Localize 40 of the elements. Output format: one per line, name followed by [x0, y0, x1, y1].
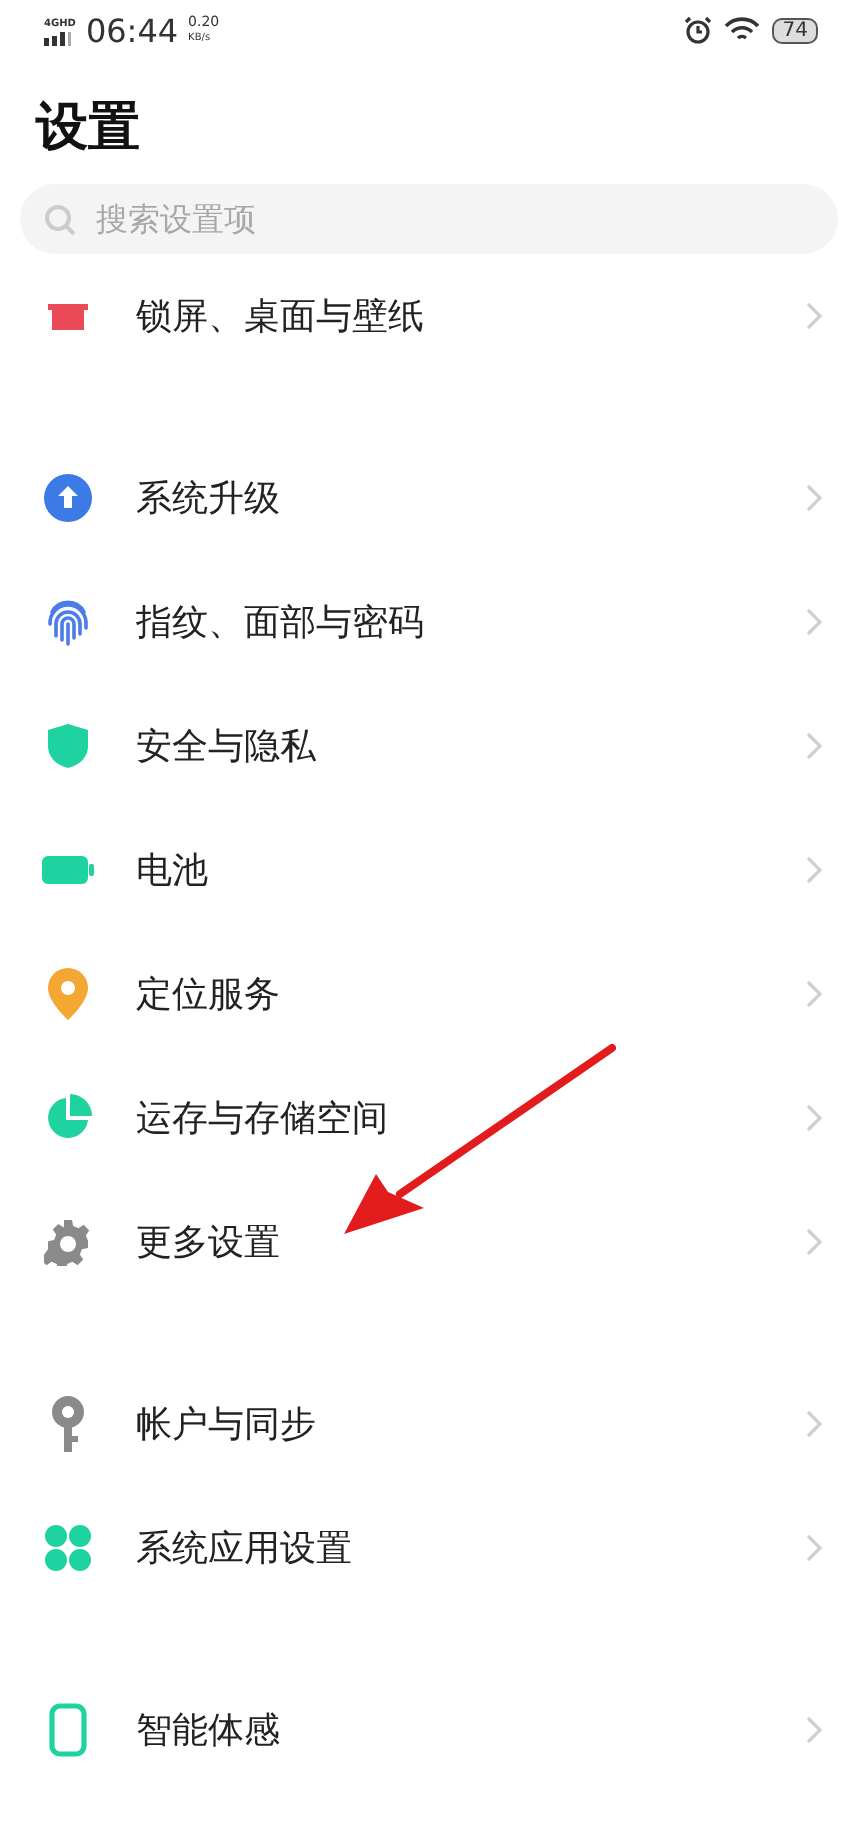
page-title: 设置 [36, 96, 140, 162]
battery-level: 74 [772, 17, 818, 43]
wifi-icon [724, 16, 761, 44]
location-pin-icon [48, 968, 88, 1020]
clock-time: 06:44 [85, 11, 179, 49]
settings-item[interactable]: 定位服务 [0, 932, 858, 1056]
phone-icon [48, 1702, 88, 1758]
fingerprint-icon [44, 596, 92, 648]
search-field[interactable]: 搜索设置项 [20, 184, 838, 254]
chevron-icon [806, 980, 822, 1008]
settings-item[interactable]: 智能体感 [0, 1668, 858, 1792]
settings-item[interactable]: 电池 [0, 808, 858, 932]
chevron-icon [806, 1104, 822, 1132]
chevron-icon [806, 484, 822, 512]
shield-icon [46, 722, 90, 770]
alarm-icon [684, 16, 713, 44]
chevron-icon [806, 856, 822, 884]
settings-item[interactable]: 系统应用设置 [0, 1486, 858, 1610]
settings-item[interactable]: 更多设置 [0, 1180, 858, 1304]
settings-item[interactable]: 运存与存储空间 [0, 1056, 858, 1180]
upload-icon [44, 474, 92, 522]
settings-item[interactable]: 系统升级 [0, 436, 858, 560]
settings-item[interactable]: 安全与隐私 [0, 684, 858, 808]
signal-icon [44, 31, 72, 45]
chevron-icon [806, 1410, 822, 1438]
chevron-icon [806, 1534, 822, 1562]
settings-icon [44, 1218, 92, 1266]
chevron-icon [806, 302, 822, 330]
settings-item[interactable]: 锁屏、桌面与壁纸 [0, 268, 858, 378]
chevron-icon [806, 732, 822, 760]
settings-item[interactable]: 指纹、面部与密码 [0, 560, 858, 684]
chevron-icon [806, 1228, 822, 1256]
key-icon [48, 1396, 88, 1452]
search-icon [44, 203, 76, 235]
chevron-icon [806, 1716, 822, 1744]
chevron-icon [806, 608, 822, 636]
battery-icon [42, 856, 94, 884]
settings-item[interactable]: 帐户与同步 [0, 1362, 858, 1486]
clover-icon [44, 1524, 92, 1572]
pie-chart-icon [44, 1094, 92, 1142]
